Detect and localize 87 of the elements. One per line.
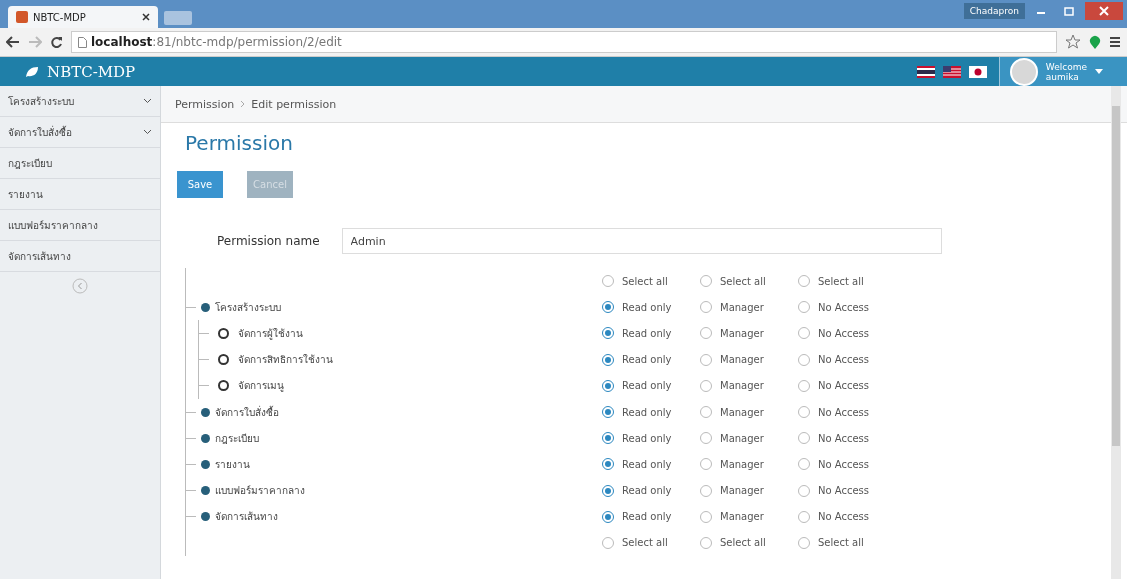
sidebar-item[interactable]: รายงาน	[0, 179, 160, 210]
welcome-text: Welcome	[1045, 61, 1087, 72]
option-label: Read only	[622, 511, 672, 523]
input-field[interactable]: Admin	[341, 228, 942, 254]
back-arrow-icon[interactable]	[6, 36, 20, 48]
new-tab-button[interactable]	[164, 11, 192, 25]
brand-name[interactable]: NBTC-MDP	[47, 62, 136, 81]
reload-icon[interactable]	[50, 35, 63, 49]
tree-item-label: จัดการเส้นทาง	[215, 510, 278, 525]
forward-arrow-icon[interactable]	[28, 36, 42, 48]
close-icon[interactable]	[142, 13, 150, 21]
option-label: Read only	[622, 485, 672, 497]
collapse-icon[interactable]	[72, 278, 88, 294]
sidebar-item[interactable]: กฎระเบียบ	[0, 148, 160, 179]
tree-item-label: แบบฟอร์มราคากลาง	[215, 484, 305, 499]
option-label: No Access	[818, 301, 869, 313]
scrollbar[interactable]	[1111, 86, 1121, 579]
page-icon	[78, 36, 87, 48]
tree-item-label: จัดการใบสั่งซื้อ	[215, 404, 279, 420]
option-label: Manager	[720, 485, 764, 497]
option-label: No Access	[818, 458, 869, 470]
dot-icon	[201, 486, 210, 496]
option-label: Read only	[622, 327, 672, 339]
tree-item-label: รายงาน	[215, 457, 250, 472]
address-bar[interactable]: localhost:81/nbtc-mdp/permission/2/edit	[71, 31, 1057, 53]
option-label: Select all	[720, 537, 766, 549]
option-label: Select all	[720, 275, 766, 287]
option-label: Select all	[818, 537, 864, 549]
option-label: Manager	[720, 432, 764, 444]
option-label: No Access	[818, 485, 869, 497]
flag-icon[interactable]	[916, 65, 935, 78]
breadcrumb-current: Edit permission	[251, 97, 337, 111]
option-label: Manager	[720, 301, 764, 313]
tree-item-label: โครงสร้างระบบ	[215, 300, 281, 315]
flag-icon[interactable]	[968, 65, 987, 78]
caret-icon	[1095, 69, 1103, 74]
tree-item-label: กฎระเบียบ	[215, 431, 259, 446]
option-label: Manager	[720, 354, 764, 366]
field-label: Permission name	[217, 234, 320, 248]
dot-icon	[201, 407, 210, 417]
option-label: Read only	[622, 354, 672, 366]
breadcrumb-link[interactable]: Permission	[175, 97, 235, 111]
tree-item-label: จัดการเมนู	[238, 379, 284, 394]
sidebar-item[interactable]: แบบฟอร์มราคากลาง	[0, 210, 160, 241]
option-label: Manager	[720, 458, 764, 470]
hollow-dot-icon	[218, 327, 229, 339]
hollow-dot-icon	[218, 354, 229, 366]
option-label: Select all	[818, 275, 864, 287]
tree-item-label: จัดการสิทธิการใช้งาน	[238, 353, 333, 368]
option-label: No Access	[818, 380, 869, 392]
hollow-dot-icon	[218, 380, 229, 392]
option-label: Manager	[720, 327, 764, 339]
sidebar-item[interactable]: จัดการใบสั่งซื้อ	[0, 117, 160, 148]
user-name: aumika	[1045, 71, 1080, 82]
option-label: Read only	[622, 380, 672, 392]
favicon-icon	[16, 11, 28, 23]
page-title: Permission	[185, 131, 294, 155]
star-icon[interactable]	[1065, 34, 1081, 50]
breadcrumb-separator-icon	[240, 100, 246, 108]
option-label: Select all	[622, 537, 668, 549]
dot-icon	[201, 512, 210, 522]
option-label: Read only	[622, 301, 672, 313]
option-label: Manager	[720, 511, 764, 523]
profile-button[interactable]: Chadapron	[963, 3, 1025, 19]
dot-icon	[201, 302, 210, 312]
option-label: No Access	[818, 327, 869, 339]
tree-item-label: จัดการผู้ใช้งาน	[238, 326, 303, 341]
option-label: Read only	[622, 406, 672, 418]
option-label: Select all	[622, 275, 668, 287]
option-label: No Access	[818, 354, 869, 366]
option-label: Read only	[622, 458, 672, 470]
option-label: Read only	[622, 432, 672, 444]
chevron-down-icon	[143, 98, 152, 104]
option-label: No Access	[818, 406, 869, 418]
dot-icon	[201, 459, 210, 469]
sidebar-item[interactable]: จัดการเส้นทาง	[0, 241, 160, 272]
option-label: Manager	[720, 406, 764, 418]
menu-icon[interactable]	[1109, 36, 1121, 48]
dot-icon	[201, 433, 210, 443]
url-text: localhost:81/nbtc-mdp/permission/2/edit	[91, 35, 342, 49]
leaf-icon	[25, 65, 39, 78]
option-label: No Access	[818, 511, 869, 523]
option-label: Manager	[720, 380, 764, 392]
option-label: No Access	[818, 432, 869, 444]
browser-tab[interactable]: NBTC-MDP	[8, 6, 158, 28]
sidebar-item[interactable]: โครงสร้างระบบ	[0, 86, 160, 117]
chevron-down-icon	[143, 129, 152, 135]
